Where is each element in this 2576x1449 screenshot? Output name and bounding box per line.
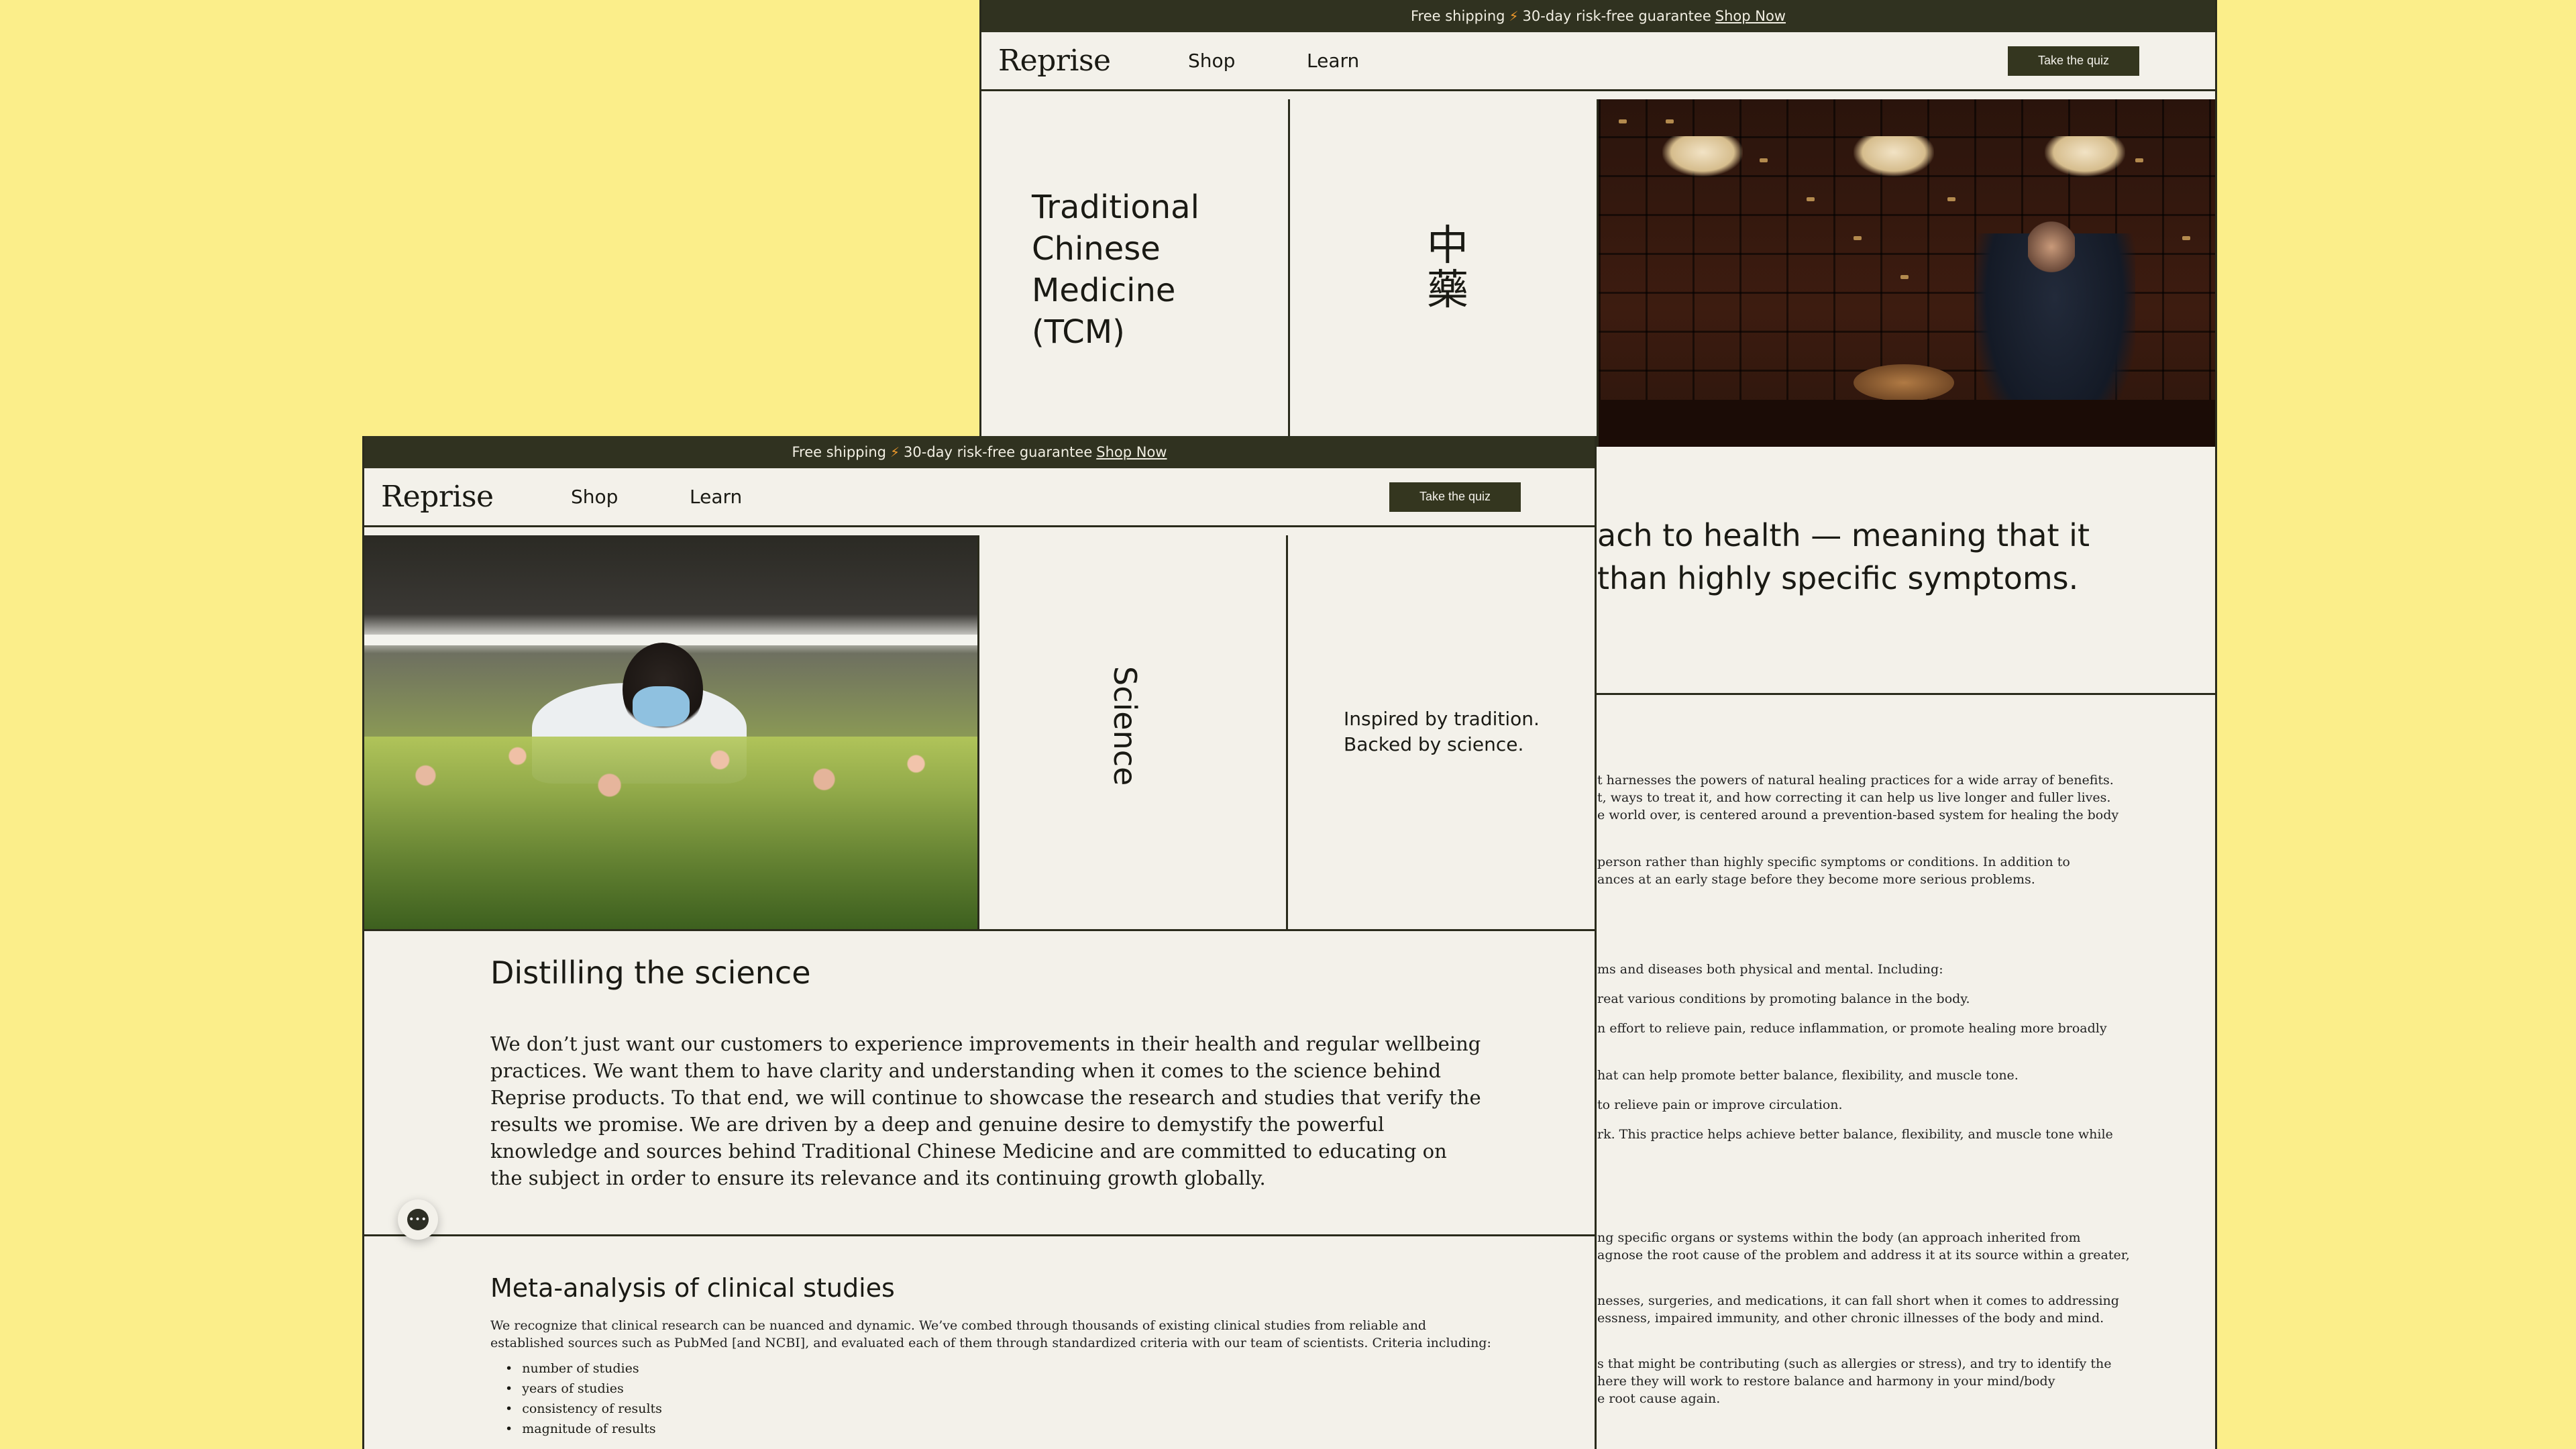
lab-scientist-photo xyxy=(364,535,979,929)
section-body: We don’t just want our customers to expe… xyxy=(490,1032,1481,1189)
distilling-section: Distilling the science We don’t just wan… xyxy=(364,931,1595,1236)
section-body: We recognize that clinical research can … xyxy=(490,1318,1491,1350)
herbal-pharmacy-photo xyxy=(1599,99,2215,447)
science-label: Science xyxy=(1107,666,1143,786)
chat-button[interactable]: ••• xyxy=(398,1199,438,1240)
list-item: magnitude of results xyxy=(505,1419,662,1439)
science-hero: Science Inspired by tradition. Backed by… xyxy=(364,535,1595,931)
lightning-icon: ⚡ xyxy=(890,444,900,460)
science-label-cell: Science xyxy=(979,535,1288,929)
science-page-window: Free shipping ⚡ 30-day risk-free guarant… xyxy=(362,436,1597,1449)
guarantee-text: 30-day risk-free guarantee xyxy=(1522,8,1711,24)
announcement-bar: Free shipping ⚡ 30-day risk-free guarant… xyxy=(364,436,1595,468)
hanzi-characters: 中 藥 xyxy=(1426,221,1468,314)
nav-shop[interactable]: Shop xyxy=(1188,50,1235,72)
chat-bubble-icon: ••• xyxy=(407,1209,429,1230)
tcm-lead-text: ach to health — meaning that it than hig… xyxy=(1597,517,2090,596)
free-shipping-text: Free shipping xyxy=(1411,8,1505,24)
take-quiz-button[interactable]: Take the quiz xyxy=(1389,482,1521,512)
section-title: Distilling the science xyxy=(490,955,811,991)
shop-now-link[interactable]: Shop Now xyxy=(1715,8,1786,24)
navbar: Reprise Shop Learn Take the quiz xyxy=(364,468,1595,527)
list-item: consistency of results xyxy=(505,1399,662,1419)
tagline: Inspired by tradition. Backed by science… xyxy=(1344,708,1540,755)
take-quiz-button[interactable]: Take the quiz xyxy=(2008,46,2139,76)
guarantee-text: 30-day risk-free guarantee xyxy=(904,444,1093,460)
tcm-body-text: t harnesses the powers of natural healin… xyxy=(1597,773,2130,1406)
nav-learn[interactable]: Learn xyxy=(690,486,742,508)
tcm-title: Traditional Chinese Medicine (TCM) xyxy=(1032,189,1199,351)
shop-now-link[interactable]: Shop Now xyxy=(1096,444,1167,460)
tcm-hero: Traditional Chinese Medicine (TCM) 中 藥 xyxy=(981,99,2215,447)
section-title: Meta-analysis of clinical studies xyxy=(490,1273,895,1303)
reprise-logo[interactable]: Reprise xyxy=(381,480,494,514)
navbar: Reprise Shop Learn Take the quiz xyxy=(981,32,2215,91)
nav-shop[interactable]: Shop xyxy=(571,486,618,508)
nav-learn[interactable]: Learn xyxy=(1307,50,1359,72)
tcm-title-cell: Traditional Chinese Medicine (TCM) xyxy=(981,99,1290,445)
criteria-list: number of studies years of studies consi… xyxy=(505,1358,662,1439)
list-item: number of studies xyxy=(505,1358,662,1379)
meta-analysis-section: Meta-analysis of clinical studies We rec… xyxy=(364,1236,1595,1449)
reprise-logo[interactable]: Reprise xyxy=(998,44,1111,78)
hanzi-cell: 中 藥 xyxy=(1290,99,1599,445)
lightning-icon: ⚡ xyxy=(1509,8,1519,24)
list-item: years of studies xyxy=(505,1379,662,1399)
free-shipping-text: Free shipping xyxy=(792,444,886,460)
announcement-bar: Free shipping ⚡ 30-day risk-free guarant… xyxy=(981,0,2215,32)
